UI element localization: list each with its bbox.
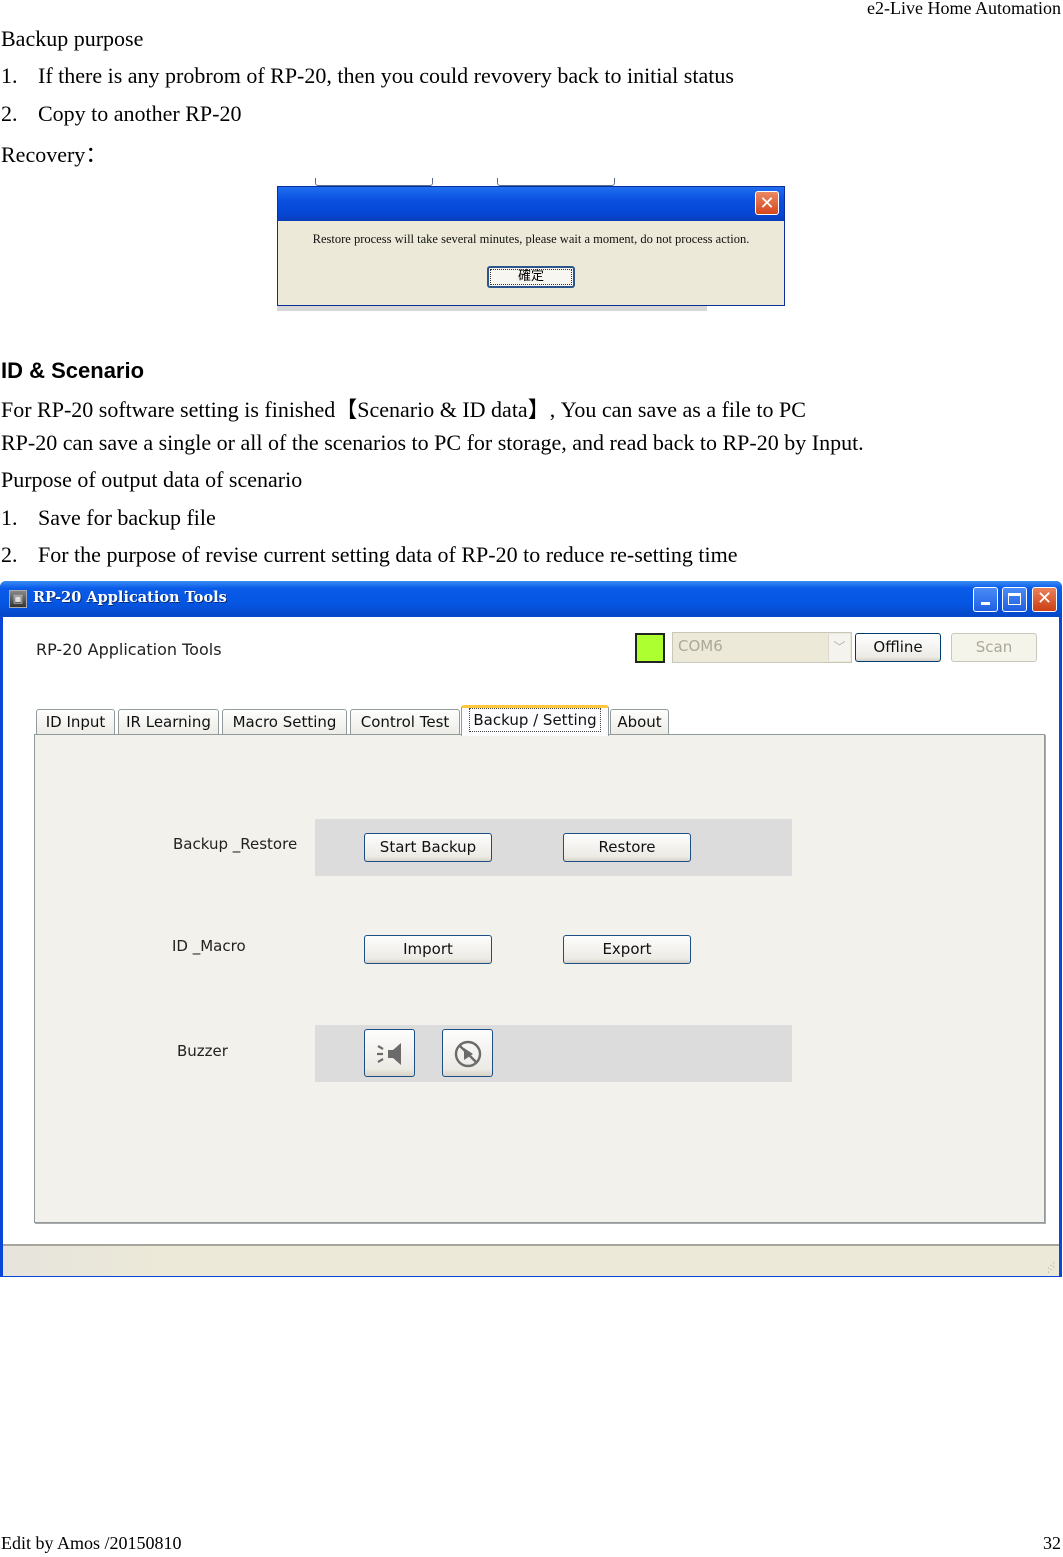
id-macro-label: ID _Macro: [172, 937, 246, 955]
backup-restore-label: Backup _Restore: [173, 835, 298, 853]
tab-backup-setting[interactable]: Backup / Setting: [461, 705, 609, 736]
tab-about[interactable]: About: [610, 709, 669, 735]
speaker-on-icon: [377, 1043, 401, 1065]
list-text: Save for backup file: [38, 505, 216, 530]
app-icon: ▣: [9, 590, 27, 608]
tab-label: IR Learning: [126, 713, 211, 731]
buzzer-on-button[interactable]: [364, 1029, 415, 1077]
id-scenario-line-3: Purpose of output data of scenario: [1, 467, 303, 492]
page-number: 32: [1043, 1533, 1061, 1553]
restore-button[interactable]: Restore: [563, 833, 691, 862]
section-heading: ID & Scenario: [1, 358, 145, 383]
dialog-message: Restore process will take several minute…: [312, 232, 750, 246]
background-window-edge: [277, 178, 786, 186]
bracket-text: Scenario & ID data: [357, 397, 528, 422]
start-backup-button[interactable]: Start Backup: [364, 833, 492, 862]
tab-label: Macro Setting: [232, 713, 337, 731]
app-label: RP-20 Application Tools: [36, 640, 222, 659]
minimize-button[interactable]: [973, 587, 998, 612]
resize-grip-icon[interactable]: ⋰ ⋰: [1047, 1262, 1057, 1274]
list-number: 1.: [1, 505, 18, 530]
list-number: 1.: [1, 63, 18, 88]
id-scenario-line-2: RP-20 can save a single or all of the sc…: [1, 430, 864, 455]
background-button: [315, 178, 433, 186]
minimize-icon: [981, 602, 990, 605]
chevron-down-icon[interactable]: ﹀: [828, 634, 850, 661]
tab-label: Backup / Setting: [469, 708, 601, 732]
text: For RP-20 software setting is finished【: [1, 397, 358, 422]
offline-button[interactable]: Offline: [855, 633, 941, 662]
text: 】, You can save as a file to PC: [527, 397, 806, 422]
tab-label: ID Input: [45, 713, 106, 731]
close-icon: ✕: [1036, 588, 1053, 609]
export-button[interactable]: Export: [563, 935, 691, 964]
dialog-titlebar: [278, 187, 784, 221]
app-window-screenshot: ▣ RP-20 Application Tools ✕ RP-20 Applic…: [0, 575, 1063, 1283]
maximize-button[interactable]: [1002, 587, 1027, 612]
connection-status-indicator: [635, 633, 665, 663]
window-titlebar[interactable]: ▣ RP-20 Application Tools ✕: [0, 581, 1062, 617]
com-port-value: COM6: [678, 637, 723, 655]
com-port-select[interactable]: COM6 ﹀: [672, 632, 852, 663]
document-header: e2-Live Home Automation: [867, 0, 1061, 18]
tab-control-test[interactable]: Control Test: [350, 709, 460, 735]
backup-purpose-title: Backup purpose: [1, 26, 144, 51]
scan-button[interactable]: Scan: [951, 633, 1037, 662]
window-title: RP-20 Application Tools: [33, 589, 227, 606]
id-scenario-item-2: 2. For the purpose of revise current sett…: [1, 542, 738, 568]
footer-editor: Edit by Amos /20150810: [1, 1533, 182, 1553]
tab-label: About: [617, 713, 662, 731]
buzzer-off-button[interactable]: [442, 1029, 493, 1077]
recovery-label: Recovery：: [1, 142, 108, 167]
background-strip: [0, 1277, 1063, 1283]
tab-id-input[interactable]: ID Input: [36, 709, 115, 735]
backup-setting-panel: Backup _Restore Start Backup Restore ID …: [34, 734, 1045, 1223]
list-text: Copy to another RP-20: [38, 101, 242, 126]
import-button[interactable]: Import: [364, 935, 492, 964]
restore-dialog: ✕ Restore process will take several minu…: [277, 186, 785, 306]
speaker-mute-icon: [454, 1040, 482, 1068]
tab-label: Control Test: [360, 713, 450, 731]
app-window: ▣ RP-20 Application Tools ✕ RP-20 Applic…: [0, 581, 1062, 1279]
background-window-edge: [277, 306, 707, 311]
backup-purpose-item-2: 2. Copy to another RP-20: [1, 101, 242, 127]
tab-macro-setting[interactable]: Macro Setting: [222, 709, 347, 735]
list-text: For the purpose of revise current settin…: [38, 542, 738, 567]
window-client-area: RP-20 Application Tools COM6 ﹀ Offline S…: [3, 617, 1059, 1276]
list-number: 2.: [1, 101, 18, 126]
ok-button[interactable]: 確定: [487, 266, 575, 288]
maximize-icon: [1008, 593, 1021, 605]
id-scenario-line-1: For RP-20 software setting is finished【S…: [1, 392, 806, 424]
close-button[interactable]: ✕: [1032, 587, 1057, 612]
close-icon[interactable]: ✕: [755, 191, 779, 215]
id-scenario-item-1: 1. Save for backup file: [1, 505, 216, 531]
list-text: If there is any probrom of RP-20, then y…: [38, 63, 734, 88]
backup-purpose-item-1: 1. If there is any probrom of RP-20, then…: [1, 63, 734, 89]
tab-ir-learning[interactable]: IR Learning: [118, 709, 219, 735]
status-bar: ⋰ ⋰: [3, 1244, 1059, 1276]
background-button: [497, 178, 615, 186]
buzzer-label: Buzzer: [177, 1042, 228, 1060]
restore-dialog-screenshot: ✕ Restore process will take several minu…: [277, 178, 786, 311]
list-number: 2.: [1, 542, 18, 567]
